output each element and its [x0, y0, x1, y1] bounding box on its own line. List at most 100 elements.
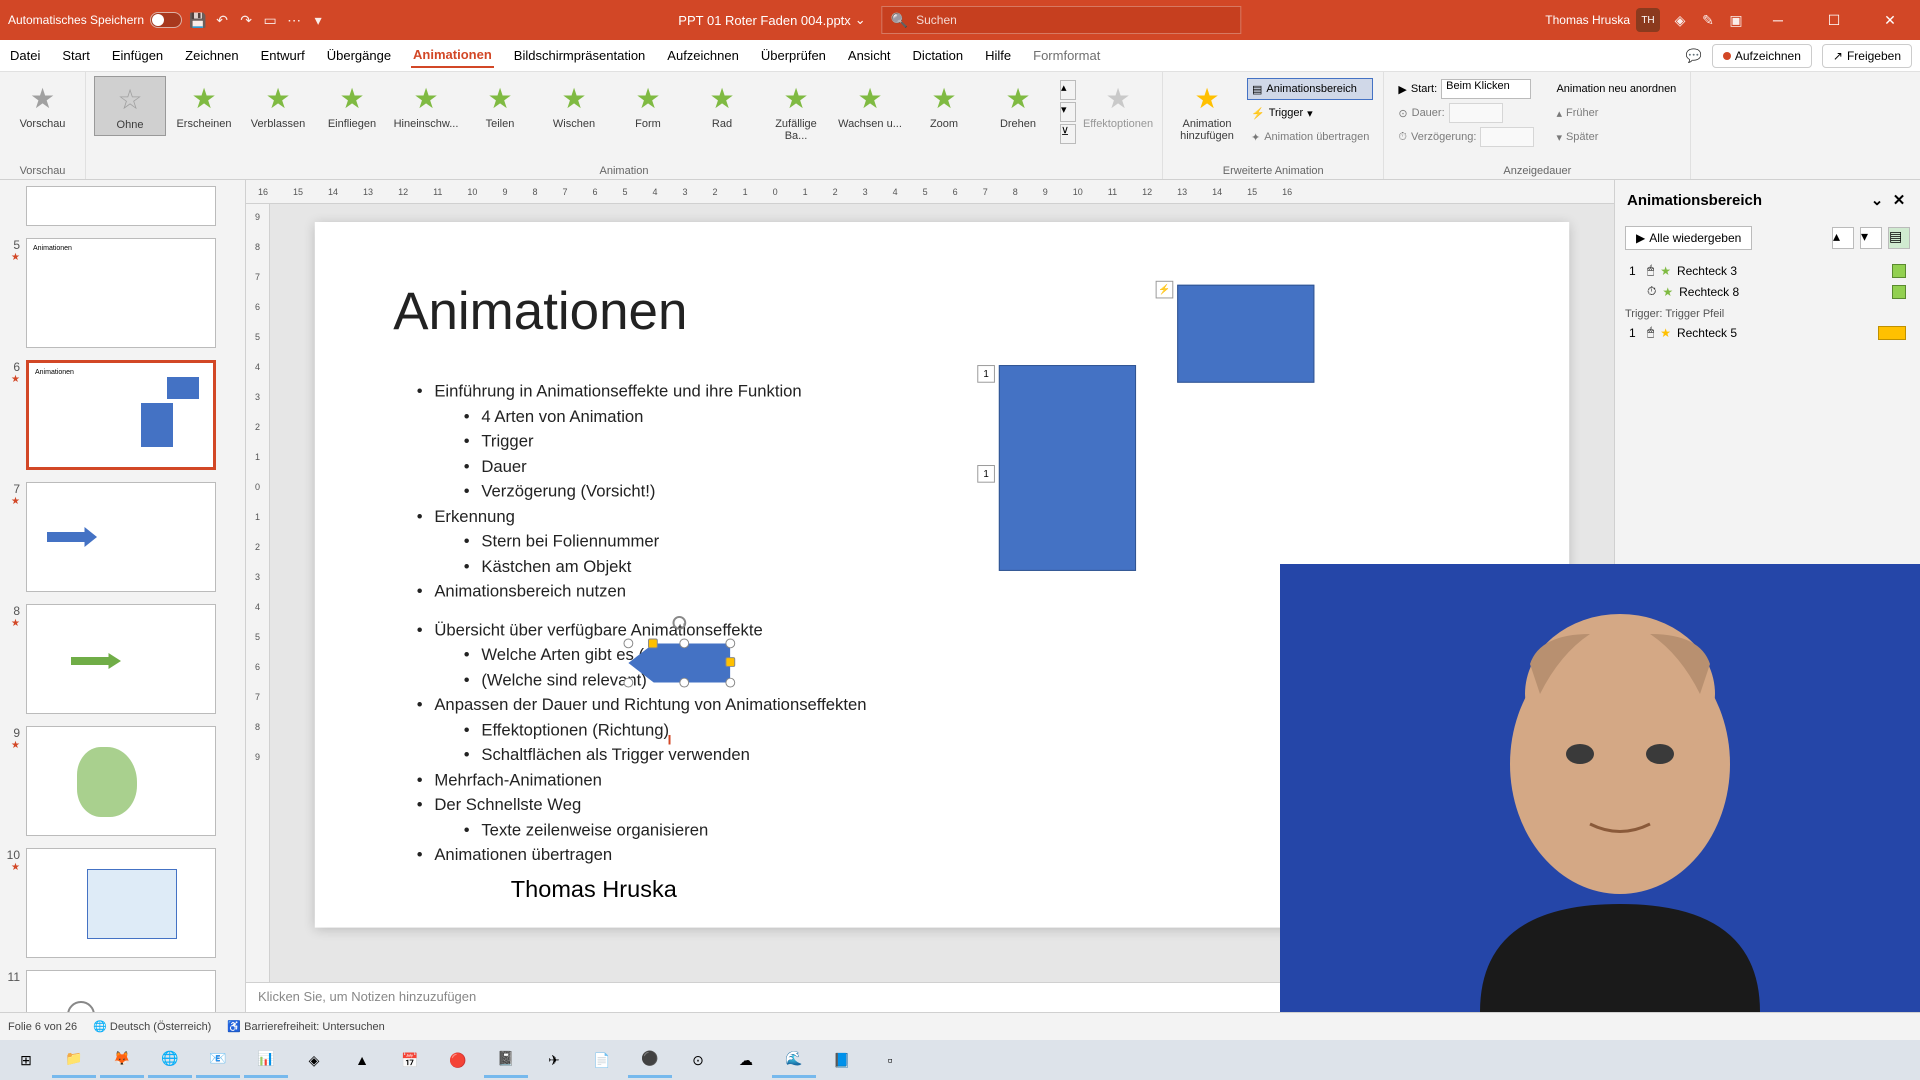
window-icon[interactable]: ▣ [1728, 12, 1744, 28]
app-icon-4[interactable]: ⊙ [676, 1042, 720, 1078]
qat-dropdown-icon[interactable]: ▾ [310, 12, 326, 28]
slide-thumb-6[interactable]: Animationen [26, 360, 216, 470]
minimize-button[interactable]: ─ [1756, 0, 1800, 40]
comments-icon[interactable]: 💬 [1686, 48, 1702, 64]
slide-content[interactable]: Einführung in Animationseffekte und ihre… [393, 379, 866, 868]
slide-thumb-7[interactable] [26, 482, 216, 592]
thumbnail-pane[interactable]: 5★Animationen 6★Animationen 7★ 8★ 9★ 10★… [0, 180, 246, 1012]
verzoegerung-field[interactable]: ⏱ Verzögerung: [1394, 126, 1538, 148]
autosave-toggle[interactable]: Automatisches Speichern [8, 12, 182, 28]
anim-hineinschw[interactable]: ★Hineinschw... [390, 76, 462, 134]
anim-tag-1[interactable]: 1 [977, 365, 995, 383]
slide-thumb-10[interactable] [26, 848, 216, 958]
anim-wischen[interactable]: ★Wischen [538, 76, 610, 134]
start-button[interactable]: ⊞ [4, 1042, 48, 1078]
gallery-more[interactable]: ⊻ [1060, 124, 1076, 144]
anim-item-1[interactable]: 1🖱★Rechteck 3 [1625, 260, 1910, 281]
gallery-down[interactable]: ▾ [1060, 102, 1076, 122]
slide-thumb[interactable] [26, 186, 216, 226]
app-icon-5[interactable]: ☁ [724, 1042, 768, 1078]
maximize-button[interactable]: ☐ [1812, 0, 1856, 40]
tab-entwurf[interactable]: Entwurf [259, 44, 307, 67]
timeline-toggle[interactable]: ▤ [1888, 227, 1910, 249]
undo-icon[interactable]: ↶ [214, 12, 230, 28]
tab-animationen[interactable]: Animationen [411, 43, 494, 68]
tab-start[interactable]: Start [60, 44, 91, 67]
edge-icon[interactable]: 🌊 [772, 1042, 816, 1078]
tab-ueberpruefen[interactable]: Überprüfen [759, 44, 828, 67]
anim-einfliegen[interactable]: ★Einfliegen [316, 76, 388, 134]
anim-zoom[interactable]: ★Zoom [908, 76, 980, 134]
play-all-button[interactable]: ▶ Alle wiedergeben [1625, 226, 1752, 250]
powerpoint-icon[interactable]: 📊 [244, 1042, 288, 1078]
calendar-icon[interactable]: 📅 [388, 1042, 432, 1078]
vlc-icon[interactable]: ▲ [340, 1042, 384, 1078]
rotate-handle[interactable] [673, 616, 687, 630]
save-icon[interactable]: 💾 [190, 12, 206, 28]
close-button[interactable]: ✕ [1868, 0, 1912, 40]
chrome-icon[interactable]: 🌐 [148, 1042, 192, 1078]
tab-ansicht[interactable]: Ansicht [846, 44, 893, 67]
anim-verblassen[interactable]: ★Verblassen [242, 76, 314, 134]
telegram-icon[interactable]: ✈ [532, 1042, 576, 1078]
toggle-off-icon[interactable] [150, 12, 182, 28]
app-icon-3[interactable]: 📄 [580, 1042, 624, 1078]
search-box[interactable]: 🔍 [882, 6, 1242, 34]
gallery-up[interactable]: ▴ [1060, 80, 1076, 100]
pane-close[interactable]: ✕ [1890, 191, 1908, 209]
frueher-button[interactable]: ▴ Früher [1552, 102, 1680, 124]
app-icon-6[interactable]: ▫ [868, 1042, 912, 1078]
tab-formformat[interactable]: Formformat [1031, 44, 1102, 67]
anim-item-2[interactable]: ⏱★Rechteck 8 [1625, 281, 1910, 302]
explorer-icon[interactable]: 📁 [52, 1042, 96, 1078]
animation-hinzufuegen-button[interactable]: ★Animation hinzufügen [1171, 76, 1243, 146]
vorschau-button[interactable]: ★ Vorschau [7, 76, 79, 134]
tab-einfuegen[interactable]: Einfügen [110, 44, 165, 67]
tab-bildschirm[interactable]: Bildschirmpräsentation [512, 44, 648, 67]
animation-uebertragen-button[interactable]: ✦ Animation übertragen [1247, 126, 1373, 148]
filename[interactable]: PPT 01 Roter Faden 004.pptx ⌄ [678, 12, 865, 28]
slide-title[interactable]: Animationen [393, 281, 687, 342]
slide-thumb-8[interactable] [26, 604, 216, 714]
obs-icon[interactable]: ⚫ [628, 1042, 672, 1078]
onenote-icon[interactable]: 📓 [484, 1042, 528, 1078]
spaeter-button[interactable]: ▾ Später [1552, 126, 1680, 148]
shape-rectangle-2[interactable] [999, 365, 1136, 571]
anim-tag-2[interactable]: 1 [977, 465, 995, 483]
slide-author[interactable]: Thomas Hruska [511, 877, 677, 904]
firefox-icon[interactable]: 🦊 [100, 1042, 144, 1078]
anim-zufaellige[interactable]: ★Zufällige Ba... [760, 76, 832, 146]
dauer-field[interactable]: ⊙ Dauer: [1394, 102, 1538, 124]
anim-item-3[interactable]: 1🖱★Rechteck 5 [1625, 322, 1910, 343]
anim-tag-lightning[interactable]: ⚡ [1156, 281, 1174, 299]
app-icon-2[interactable]: 🔴 [436, 1042, 480, 1078]
anim-ohne[interactable]: ☆Ohne [94, 76, 166, 136]
animationsbereich-button[interactable]: ▤ Animationsbereich [1247, 78, 1373, 100]
anim-form[interactable]: ★Form [612, 76, 684, 134]
anim-erscheinen[interactable]: ★Erscheinen [168, 76, 240, 134]
more-icon[interactable]: ⋯ [286, 12, 302, 28]
pen-icon[interactable]: ✎ [1700, 12, 1716, 28]
word-icon[interactable]: 📘 [820, 1042, 864, 1078]
tab-uebergaenge[interactable]: Übergänge [325, 44, 393, 67]
tab-datei[interactable]: Datei [8, 44, 42, 67]
pane-dropdown[interactable]: ⌄ [1868, 191, 1886, 209]
anim-drehen[interactable]: ★Drehen [982, 76, 1054, 134]
trigger-button[interactable]: ⚡ Trigger ▾ [1247, 102, 1373, 124]
tab-hilfe[interactable]: Hilfe [983, 44, 1013, 67]
redo-icon[interactable]: ↷ [238, 12, 254, 28]
effektoptionen-button[interactable]: ★Effektoptionen [1082, 76, 1154, 134]
slide-thumb-11[interactable] [26, 970, 216, 1012]
outlook-icon[interactable]: 📧 [196, 1042, 240, 1078]
tab-aufzeichnen[interactable]: Aufzeichnen [665, 44, 741, 67]
move-up-button[interactable]: ▴ [1832, 227, 1854, 249]
slide-thumb-9[interactable] [26, 726, 216, 836]
accessibility[interactable]: ♿ Barrierefreiheit: Untersuchen [227, 1020, 384, 1033]
aufzeichnen-button[interactable]: Aufzeichnen [1712, 44, 1812, 68]
slide-counter[interactable]: Folie 6 von 26 [8, 1021, 77, 1033]
anim-wachsen[interactable]: ★Wachsen u... [834, 76, 906, 134]
slide-thumb-5[interactable]: Animationen [26, 238, 216, 348]
start-field[interactable]: ▶ Start: Beim Klicken [1394, 78, 1538, 100]
selected-arrow-shape[interactable] [628, 643, 730, 682]
tab-zeichnen[interactable]: Zeichnen [183, 44, 240, 67]
